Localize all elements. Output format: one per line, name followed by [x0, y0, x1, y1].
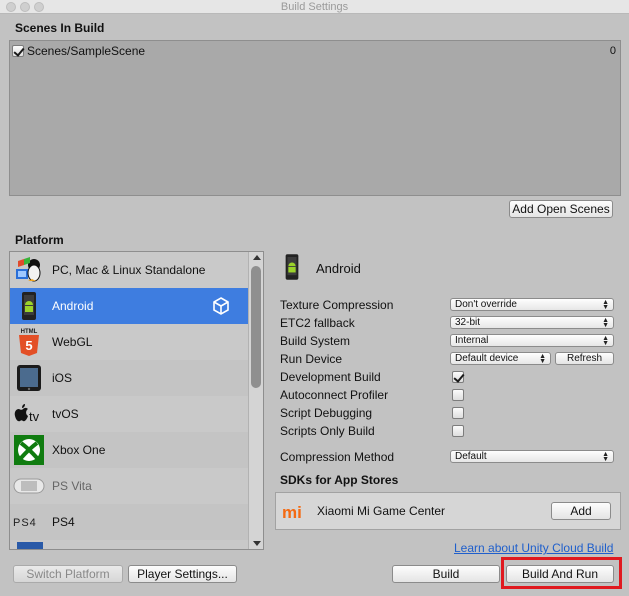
development-build-label: Development Build	[280, 370, 381, 384]
platform-label: Xbox One	[52, 443, 106, 457]
platform-list-scrollbar[interactable]	[248, 252, 263, 549]
selected-platform-name: Android	[316, 261, 361, 276]
compression-method-dropdown[interactable]: Default ▲ ▼	[450, 450, 614, 463]
dropdown-value: Don't override	[455, 299, 517, 310]
ps-vita-icon	[12, 470, 46, 502]
platform-label: iOS	[52, 371, 73, 385]
scene-index: 0	[609, 45, 616, 57]
run-device-dropdown[interactable]: Default device ▲ ▼	[450, 352, 551, 365]
platform-item-webgl[interactable]: HTML 5 WebGL	[10, 324, 248, 360]
android-icon	[12, 290, 46, 322]
dropdown-value: 32-bit	[455, 317, 481, 328]
texture-compression-dropdown[interactable]: Don't override ▲ ▼	[450, 298, 614, 311]
dropdown-arrows-icon: ▲ ▼	[602, 451, 609, 463]
pc-mac-linux-icon	[12, 254, 46, 286]
svg-text:mi: mi	[282, 503, 302, 521]
sdk-list: mi Xiaomi Mi Game Center Add	[275, 492, 621, 530]
refresh-devices-button[interactable]: Refresh	[555, 352, 614, 365]
platform-item-partial[interactable]	[10, 540, 248, 549]
xbox-icon	[12, 434, 46, 466]
etc2-fallback-label: ETC2 fallback	[280, 316, 355, 330]
sdk-name: Xiaomi Mi Game Center	[317, 504, 446, 518]
highlight-annotation	[501, 557, 622, 589]
xiaomi-logo-icon: mi	[282, 503, 312, 524]
build-system-dropdown[interactable]: Internal ▲ ▼	[450, 334, 614, 347]
scenes-in-build-header: Scenes In Build	[15, 21, 105, 35]
platform-item-tvos[interactable]: tv tvOS	[10, 396, 248, 432]
svg-text:5: 5	[25, 338, 32, 353]
next-platform-icon	[12, 540, 46, 549]
platform-label: PS Vita	[52, 479, 92, 493]
platform-item-ps4[interactable]: PS4 PS4	[10, 504, 248, 540]
ps4-icon: PS4	[12, 506, 46, 538]
dropdown-arrows-icon: ▲ ▼	[602, 317, 609, 329]
autoconnect-profiler-label: Autoconnect Profiler	[280, 388, 389, 402]
unity-cloud-build-link[interactable]: Learn about Unity Cloud Build	[454, 541, 613, 555]
build-system-label: Build System	[280, 334, 351, 348]
platform-header: Platform	[15, 233, 64, 247]
scripts-only-build-checkbox[interactable]	[452, 425, 464, 437]
ios-device-icon	[12, 362, 46, 394]
android-icon	[282, 253, 302, 284]
platform-item-xbox-one[interactable]: Xbox One	[10, 432, 248, 468]
svg-text:HTML: HTML	[21, 329, 38, 335]
development-build-checkbox[interactable]	[452, 371, 464, 383]
scroll-up-icon[interactable]	[253, 255, 261, 260]
dropdown-arrows-icon: ▲ ▼	[539, 353, 546, 365]
scene-path: Scenes/SampleScene	[27, 44, 146, 58]
platform-label: tvOS	[52, 407, 79, 421]
scene-row[interactable]: Scenes/SampleScene 0	[12, 43, 616, 59]
platform-item-ios[interactable]: iOS	[10, 360, 248, 396]
run-device-label: Run Device	[280, 352, 343, 366]
unity-logo-icon	[212, 297, 230, 318]
dropdown-value: Default	[455, 451, 487, 462]
script-debugging-checkbox[interactable]	[452, 407, 464, 419]
add-open-scenes-button[interactable]: Add Open Scenes	[509, 200, 613, 218]
dropdown-value: Internal	[455, 335, 489, 346]
html5-icon: HTML 5	[12, 326, 46, 358]
compression-method-label: Compression Method	[280, 450, 395, 464]
switch-platform-button[interactable]: Switch Platform	[13, 565, 123, 583]
etc2-fallback-dropdown[interactable]: 32-bit ▲ ▼	[450, 316, 614, 329]
add-sdk-button[interactable]: Add	[551, 502, 611, 520]
title-bar: Build Settings	[0, 0, 629, 14]
texture-compression-label: Texture Compression	[280, 298, 394, 312]
apple-tv-icon: tv	[12, 398, 46, 430]
svg-text:PS4: PS4	[13, 517, 37, 529]
sdks-header: SDKs for App Stores	[280, 473, 399, 487]
scene-include-checkbox[interactable]	[12, 45, 24, 57]
build-button[interactable]: Build	[392, 565, 500, 583]
script-debugging-label: Script Debugging	[280, 406, 373, 420]
scroll-down-icon[interactable]	[253, 541, 261, 546]
scripts-only-build-label: Scripts Only Build	[280, 424, 375, 438]
autoconnect-profiler-checkbox[interactable]	[452, 389, 464, 401]
platform-item-android[interactable]: Android	[10, 288, 248, 324]
svg-text:tv: tv	[29, 409, 40, 424]
platform-label: Android	[52, 299, 94, 313]
platform-item-standalone[interactable]: PC, Mac & Linux Standalone	[10, 252, 248, 288]
platform-label: PS4	[52, 515, 75, 529]
player-settings-button[interactable]: Player Settings...	[128, 565, 237, 583]
scenes-list[interactable]: Scenes/SampleScene 0	[9, 40, 621, 196]
platform-label: WebGL	[52, 335, 93, 349]
window-title: Build Settings	[280, 1, 349, 13]
dropdown-arrows-icon: ▲ ▼	[602, 335, 609, 347]
scrollbar-thumb[interactable]	[251, 266, 261, 388]
platform-label: PC, Mac & Linux Standalone	[52, 263, 206, 277]
dropdown-arrows-icon: ▲ ▼	[602, 299, 609, 311]
dropdown-value: Default device	[455, 353, 519, 364]
selected-platform-header: Android	[282, 253, 361, 284]
platform-list[interactable]: PC, Mac & Linux Standalone Android HTML …	[9, 251, 264, 550]
platform-item-ps-vita[interactable]: PS Vita	[10, 468, 248, 504]
